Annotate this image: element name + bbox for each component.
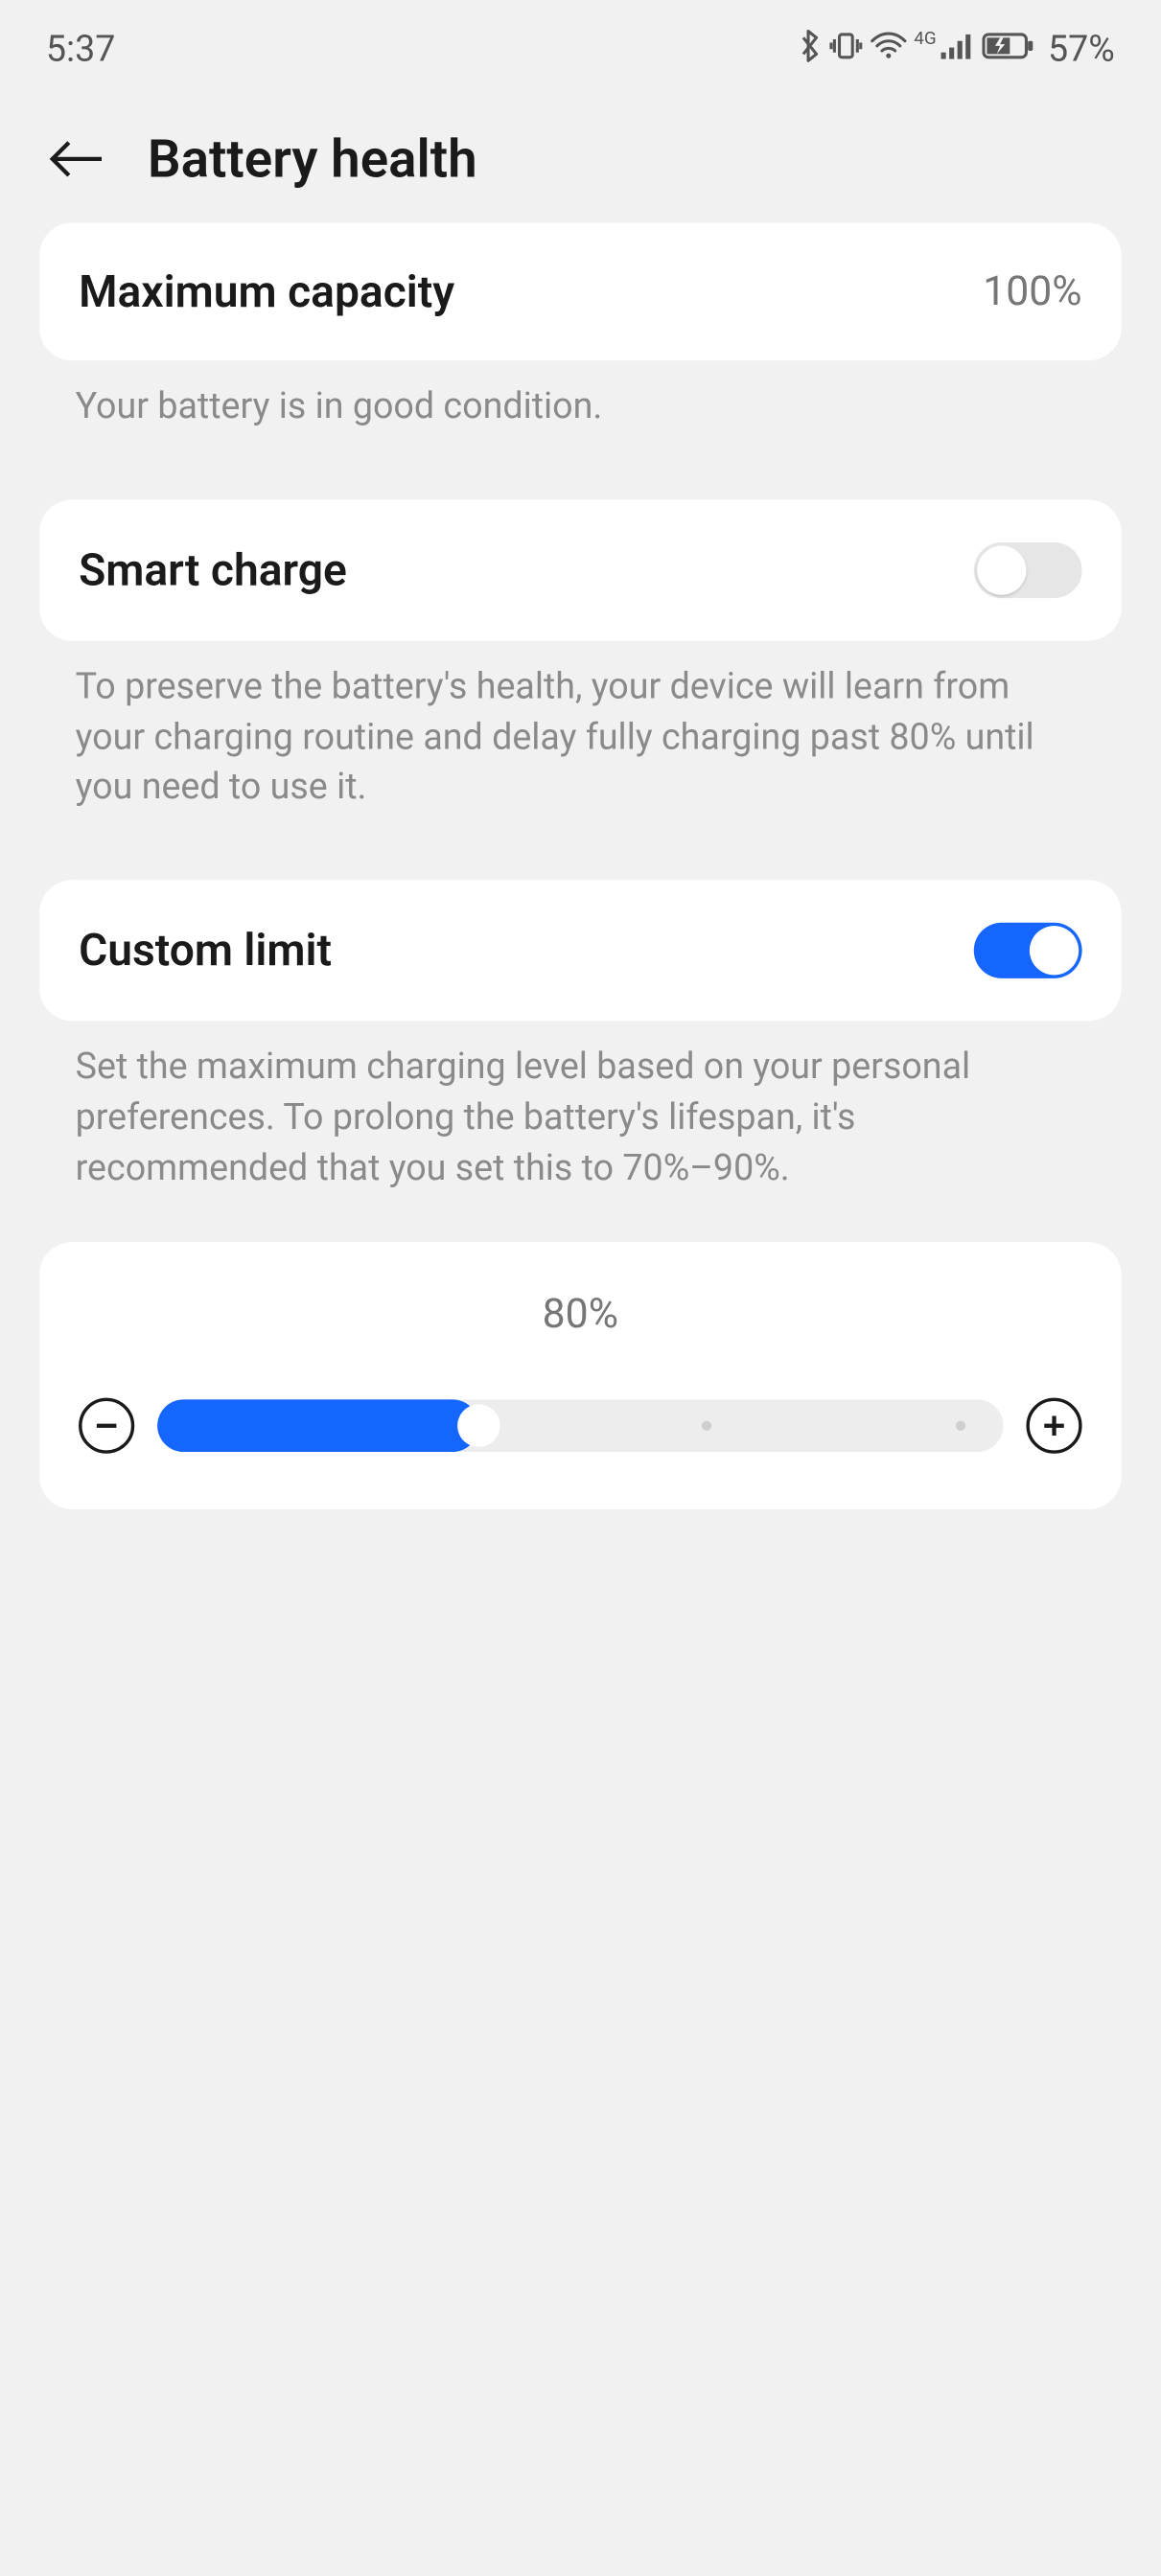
slider-current-value: 80%: [79, 1291, 1082, 1339]
battery-icon: [983, 30, 1035, 69]
maximum-capacity-card: Maximum capacity 100%: [39, 223, 1122, 361]
smart-charge-card[interactable]: Smart charge: [39, 499, 1122, 640]
charge-limit-slider-card: 80%: [39, 1241, 1122, 1508]
slider-tick: [956, 1420, 965, 1430]
status-bar: 5:37 4G 57%: [0, 0, 1161, 79]
status-time: 5:37: [46, 29, 116, 70]
smart-charge-description: To preserve the battery's health, your d…: [76, 663, 1085, 815]
smart-charge-label: Smart charge: [79, 543, 347, 596]
page-title: Battery health: [148, 127, 477, 190]
slider-fill: [157, 1399, 478, 1452]
battery-percent-label: 57%: [1048, 29, 1115, 70]
wifi-icon: [871, 30, 908, 69]
custom-limit-toggle[interactable]: [974, 923, 1082, 978]
capacity-description: Your battery is in good condition.: [76, 383, 1085, 434]
bluetooth-icon: [800, 27, 823, 71]
arrow-left-icon: [46, 136, 105, 182]
network-type-label: 4G: [914, 27, 936, 48]
charge-limit-slider[interactable]: [157, 1399, 1003, 1452]
back-button[interactable]: [46, 129, 105, 189]
vibrate-icon: [828, 29, 865, 70]
page-header: Battery health: [0, 79, 1161, 222]
slider-thumb[interactable]: [457, 1404, 499, 1446]
status-icons: 4G 57%: [800, 27, 1115, 71]
minus-icon: [92, 1411, 122, 1440]
increase-button[interactable]: [1026, 1397, 1081, 1453]
plus-icon: [1039, 1411, 1069, 1440]
custom-limit-card[interactable]: Custom limit: [39, 881, 1122, 1022]
maximum-capacity-label: Maximum capacity: [79, 265, 454, 318]
maximum-capacity-value: 100%: [983, 268, 1081, 316]
custom-limit-label: Custom limit: [79, 925, 332, 978]
signal-icon: [940, 30, 976, 69]
custom-limit-description: Set the maximum charging level based on …: [76, 1045, 1085, 1196]
slider-tick: [703, 1420, 712, 1430]
smart-charge-toggle[interactable]: [974, 542, 1082, 598]
decrease-button[interactable]: [79, 1397, 134, 1453]
